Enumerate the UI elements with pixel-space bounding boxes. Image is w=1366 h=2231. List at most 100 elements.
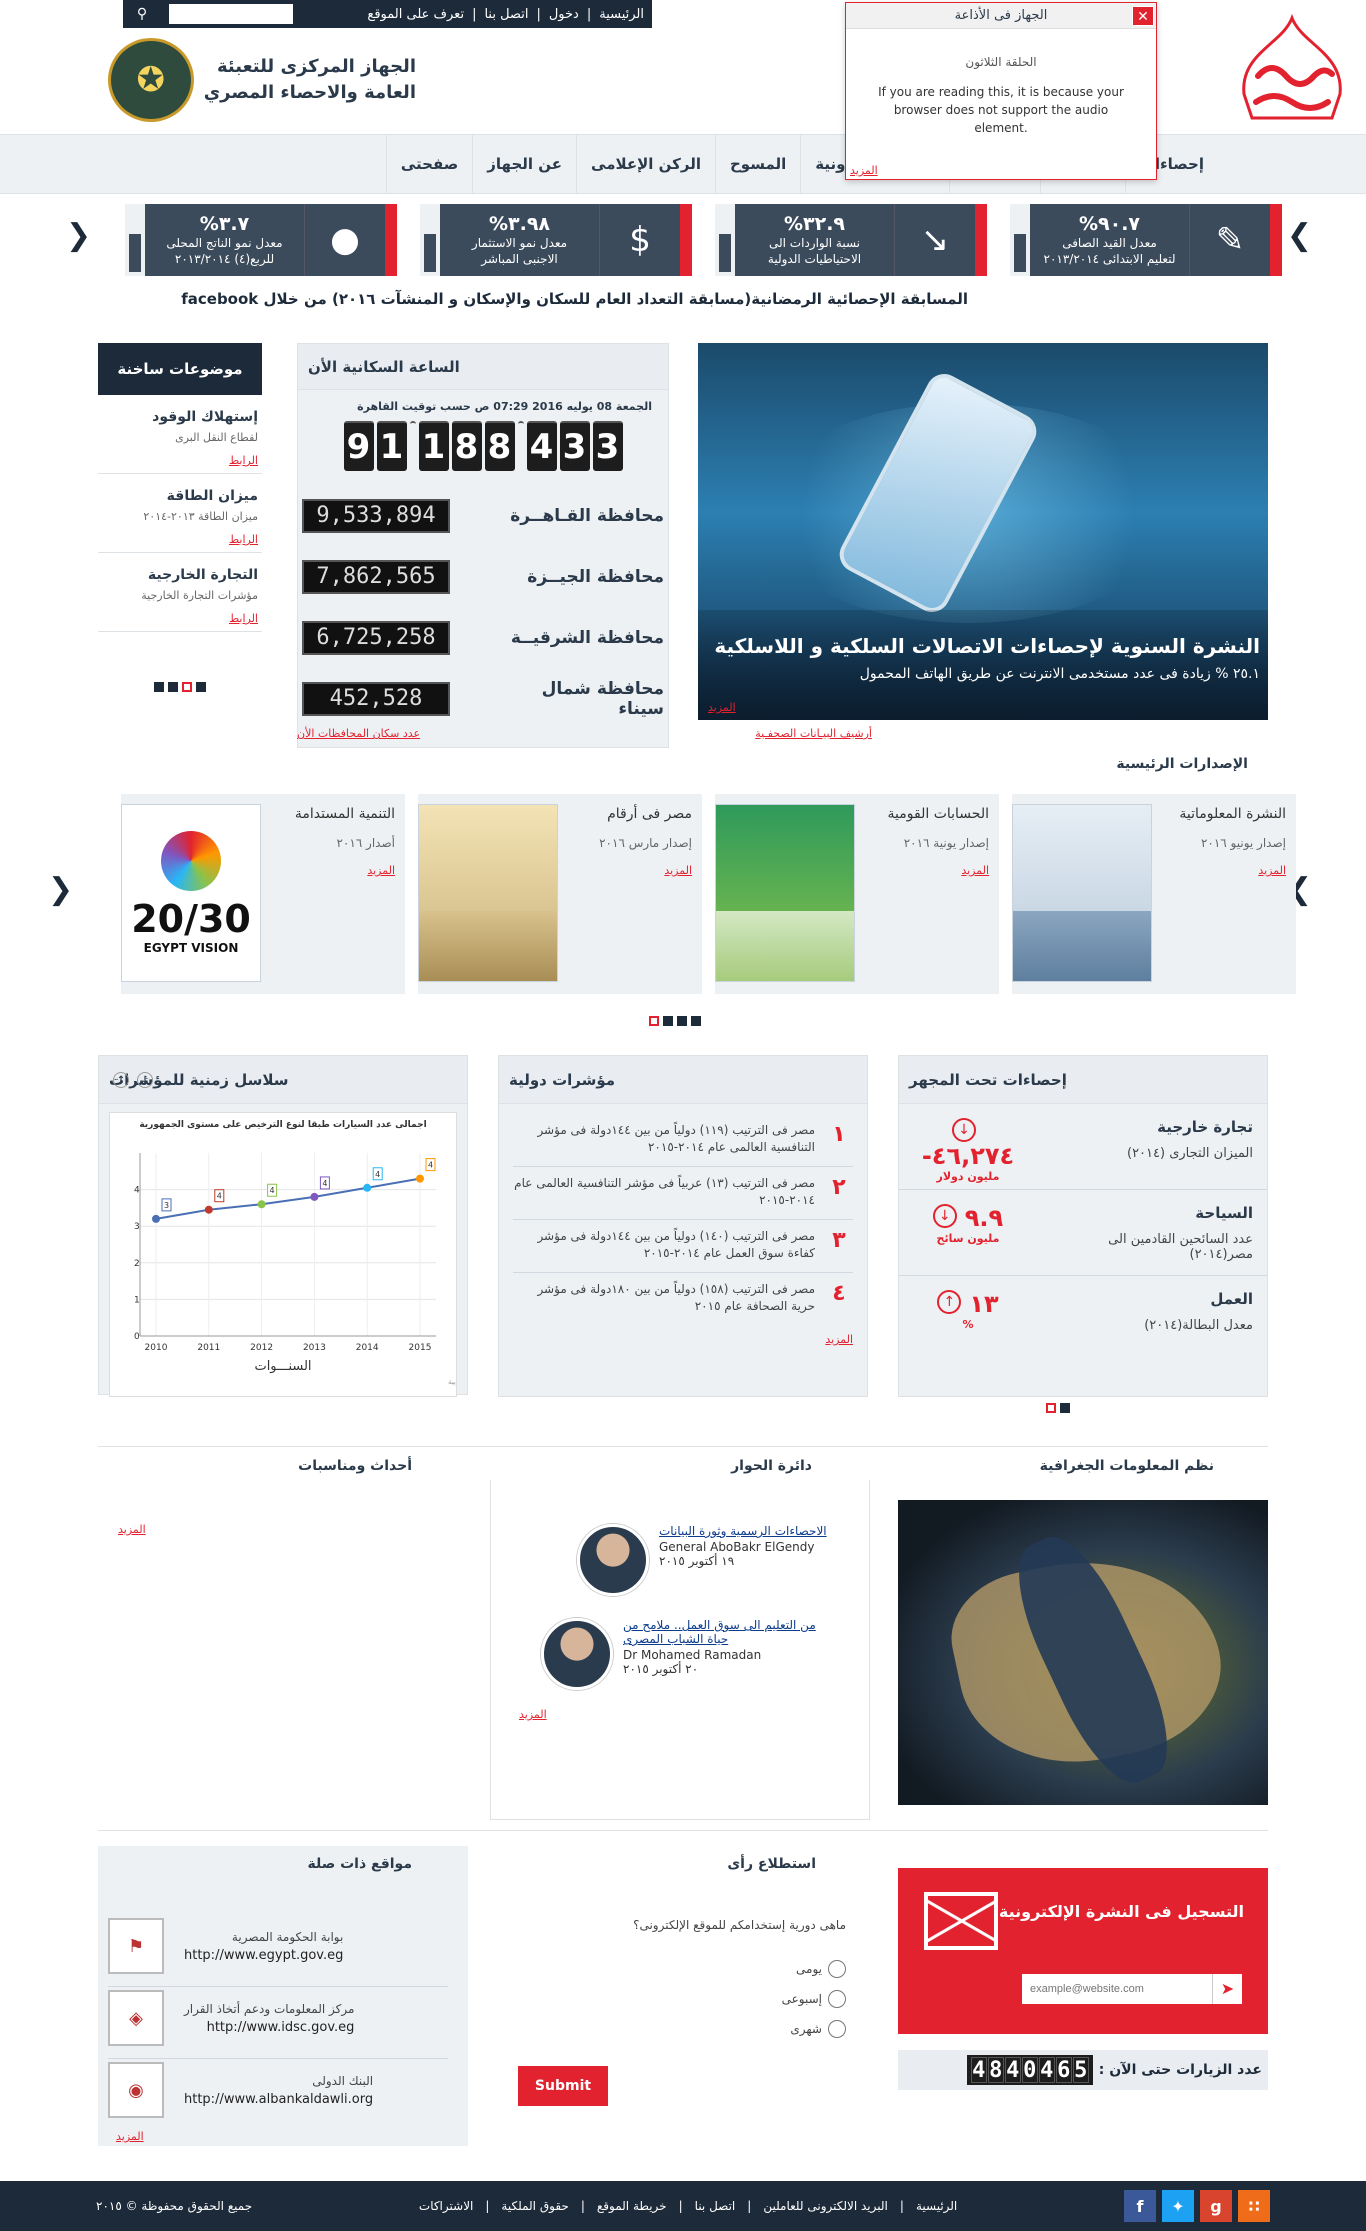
publication-card[interactable]: مصر فى أرقام إصدار مارس ٢٠١٦ المزيد xyxy=(418,794,702,994)
arrow-down-icon: ↓ xyxy=(932,1204,957,1228)
chevron-left-icon[interactable]: ❮ xyxy=(66,218,91,253)
topbar-home-link[interactable]: الرئيسية xyxy=(599,7,644,22)
chevron-left-icon[interactable]: ❮ xyxy=(48,872,73,907)
nav-media[interactable]: الركن الإعلامى xyxy=(576,135,715,193)
footer-link-staff-mail[interactable]: البريد الالكترونى للعاملين xyxy=(763,2199,888,2213)
related-site[interactable]: مركز المعلومات ودعم أتخاذ القرار http://w… xyxy=(108,1990,448,2059)
gis-map-image[interactable] xyxy=(898,1500,1268,1805)
indicator-card[interactable]: $ ٣.٩٨% معدل نمو الاستثمار الاجنبى المبا… xyxy=(420,204,692,276)
related-sites-title: مواقع ذات صلة xyxy=(307,1856,412,1872)
arrow-up-icon[interactable]: ↑ xyxy=(113,1072,129,1088)
related-sites-panel: مواقع ذات صلة بوابة الحكومة المصرية http:… xyxy=(98,1846,468,2146)
international-indicators-title: مؤشرات دولية xyxy=(499,1056,867,1104)
footer-link-contact[interactable]: اتصل بنا xyxy=(695,2199,736,2213)
copyright-text: جميع الحقوق محفوظة © ٢٠١٥ xyxy=(96,2199,253,2213)
data-label: 3 xyxy=(164,1201,169,1210)
list-item[interactable]: ١ مصر فى الترتيب (١١٩) دولياً من بين ١٤٤د… xyxy=(513,1114,853,1167)
publications-pager[interactable] xyxy=(649,1016,701,1026)
data-point[interactable] xyxy=(310,1192,319,1201)
topbar-login-link[interactable]: دخول xyxy=(549,7,579,22)
dialog-more-link[interactable]: المزيد xyxy=(519,1708,547,1721)
hot-topic-link[interactable]: الرابط xyxy=(102,454,258,467)
publication-more-link[interactable]: المزيد xyxy=(1160,864,1286,877)
footer-links: الرئيسية | البريد الالكترونى للعاملين | ات… xyxy=(418,2199,958,2213)
under-microscope-title: إحصاءات تحت المجهر xyxy=(899,1056,1267,1104)
list-item[interactable]: ٢ مصر فى الترتيب (١٣) عربياً فى مؤشر التن… xyxy=(513,1167,853,1220)
radio-button[interactable] xyxy=(828,1990,846,2008)
indicator-card[interactable]: ↘ ٣٢.٩% نسبة الواردات الى الاحتياطيات ال… xyxy=(715,204,987,276)
close-icon[interactable]: ✕ xyxy=(1132,6,1154,26)
intl-more-link[interactable]: المزيد xyxy=(513,1333,853,1346)
chevron-right-icon[interactable]: ❯ xyxy=(1287,218,1312,253)
radio-button[interactable] xyxy=(828,2020,846,2038)
google-plus-icon[interactable]: g xyxy=(1200,2190,1232,2222)
events-title: أحداث ومناسبات xyxy=(298,1458,412,1474)
footer-link-copyright[interactable]: حقوق الملكية xyxy=(501,2199,568,2213)
newsletter-title: التسجيل فى النشرة الإلكترونية xyxy=(998,1902,1244,1921)
data-point[interactable] xyxy=(204,1205,213,1214)
topbar-about-link[interactable]: تعرف على الموقع xyxy=(367,7,464,22)
poll-option-daily[interactable]: يومى xyxy=(796,1960,846,1978)
news-ticker[interactable]: المسابقة الإحصائية الرمضانية(مسابقة التع… xyxy=(181,290,968,308)
facebook-icon[interactable]: f xyxy=(1124,2190,1156,2222)
data-point[interactable] xyxy=(257,1200,266,1209)
publication-more-link[interactable]: المزيد xyxy=(863,864,989,877)
twitter-icon[interactable]: ✦ xyxy=(1162,2190,1194,2222)
world-bank-logo-icon: ◉ xyxy=(108,2062,164,2118)
x-tick-label: 2013 xyxy=(303,1343,326,1353)
arrow-down-icon[interactable]: ↓ xyxy=(137,1072,153,1088)
governorate-row: محافظة الشرقيــة 6,725,258 xyxy=(298,607,668,668)
coins-icon: ● xyxy=(305,204,385,276)
capmas-logo[interactable]: الجهاز المركزى للتعبئة العامة والاحصاء ا… xyxy=(96,38,416,122)
poll-submit-button[interactable]: Submit xyxy=(518,2066,608,2106)
indicator-card[interactable]: ● ٣.٧% معدل نمو الناتج المحلى للربع(٤) ٢… xyxy=(125,204,397,276)
publication-card[interactable]: النشرة المعلوماتية إصدار يونيو ٢٠١٦ المز… xyxy=(1012,794,1296,994)
footer-link-sitemap[interactable]: خريطة الموقع xyxy=(597,2199,667,2213)
data-point[interactable] xyxy=(152,1214,160,1223)
nav-about[interactable]: عن الجهاز xyxy=(472,135,576,193)
search-icon[interactable]: ⚲ xyxy=(131,4,153,24)
x-tick-label: 2012 xyxy=(250,1343,273,1353)
publication-card[interactable]: الحسابات القومية إصدار يونية ٢٠١٦ المزيد xyxy=(715,794,999,994)
governorates-population-link[interactable]: عدد سكان المحافظات الأن xyxy=(297,727,420,740)
poll-option-monthly[interactable]: شهرى xyxy=(790,2020,846,2038)
press-archive-link[interactable]: أرشيف البيـانات الصحفـية xyxy=(755,727,872,740)
data-point[interactable] xyxy=(416,1174,424,1183)
envelope-icon xyxy=(924,1892,998,1950)
microscope-pager[interactable] xyxy=(1046,1403,1070,1413)
indicator-card[interactable]: ✎ ٩٠.٧% معدل القيد الصافى لتعليم الابتدا… xyxy=(1010,204,1282,276)
data-point[interactable] xyxy=(363,1183,372,1192)
footer-link-subscriptions[interactable]: الاشتراكات xyxy=(419,2199,473,2213)
publication-more-link[interactable]: المزيد xyxy=(566,864,692,877)
publication-card[interactable]: التنمية المستدامة أصدار ٢٠١٦ المزيد 20/3… xyxy=(121,794,405,994)
visits-label: عدد الزيارات حتى الآن : xyxy=(1098,2062,1262,2078)
footer-link-home[interactable]: الرئيسية xyxy=(916,2199,957,2213)
dialog-topic-link[interactable]: الاحصاءات الرسمية وثورة البيانات xyxy=(659,1524,839,1538)
search-input[interactable] xyxy=(169,4,293,24)
list-item[interactable]: ٤ مصر فى الترتيب (١٥٨) دولياً من بين ١٨٠د… xyxy=(513,1273,853,1325)
sites-more-link[interactable]: المزيد xyxy=(116,2130,144,2143)
nav-surveys[interactable]: المسوح xyxy=(714,135,800,193)
radio-button[interactable] xyxy=(828,1960,846,1978)
hot-topics-pager[interactable] xyxy=(98,682,262,692)
rss-icon[interactable]: ∷ xyxy=(1238,2190,1270,2222)
poll-option-weekly[interactable]: إسبوعى xyxy=(782,1990,846,2008)
arrow-right-icon[interactable]: ➤ xyxy=(1212,1974,1242,2004)
site-wordmark-logo[interactable] xyxy=(1236,13,1348,122)
events-more-link[interactable]: المزيد xyxy=(118,1523,146,1536)
newsletter-email-input[interactable] xyxy=(1022,1974,1218,2004)
related-site[interactable]: البنك الدولى http://www.albankaldawli.org… xyxy=(108,2062,448,2130)
dialog-topic-link[interactable]: من التعليم الى سوق العمل.. ملامح من حياة… xyxy=(623,1618,839,1646)
hero-slider[interactable]: النشرة السنوية لإحصاءات الاتصالات السلكي… xyxy=(698,343,1268,720)
hot-topic-link[interactable]: الرابط xyxy=(102,533,258,546)
publication-cover xyxy=(1012,804,1152,982)
publication-more-link[interactable]: المزيد xyxy=(269,864,395,877)
topbar-contact-link[interactable]: اتصل بنا xyxy=(484,7,528,22)
hot-topic-link[interactable]: الرابط xyxy=(102,612,258,625)
list-item[interactable]: ٣ مصر فى الترتيب (١٤٠) دولياً من بين ١٤٤د… xyxy=(513,1220,853,1273)
nav-my-page[interactable]: صفحتى xyxy=(385,135,472,193)
related-site[interactable]: بوابة الحكومة المصرية http://www.egypt.go… xyxy=(108,1918,448,1987)
hero-more-link[interactable]: المزيد xyxy=(708,701,736,714)
time-series-panel: سلاسل زمنية للمؤشرات ↓ ↑ اجمالى عدد السي… xyxy=(98,1055,777,1397)
popup-more-link[interactable]: المزيد xyxy=(850,164,878,177)
